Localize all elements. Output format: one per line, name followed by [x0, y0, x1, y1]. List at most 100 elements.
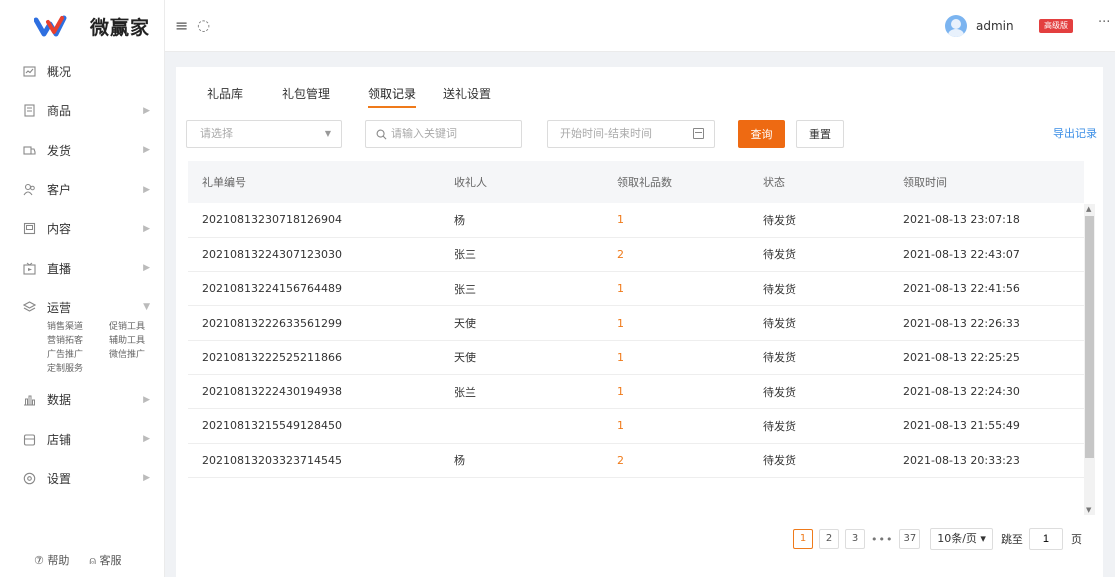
cell-order-id: 20210813222430194938: [202, 385, 342, 399]
sidebar-item-label: 商品: [47, 104, 72, 119]
table-row[interactable]: 20210813224156764489 张三 1 待发货 2021-08-13 22:…: [188, 272, 1084, 306]
jump-page-input[interactable]: [1028, 528, 1063, 550]
page-size-select[interactable]: 10条/页 ▾: [930, 528, 993, 550]
sidebar-item-3[interactable]: 客户 ▶: [0, 170, 164, 209]
table-row[interactable]: 20210813222525211866 天使 1 待发货 2021-08-13 22:…: [188, 340, 1084, 375]
table-row[interactable]: 20210813230718126904 杨 1 待发货 2021-08-13 23:0…: [188, 203, 1084, 238]
logo[interactable]: 微赢家: [0, 0, 164, 52]
tab-gift-library[interactable]: 礼品库: [207, 85, 243, 102]
tab-gift-settings[interactable]: 送礼设置: [443, 85, 491, 102]
submenu-item[interactable]: 辅助工具: [109, 335, 161, 348]
submenu-item[interactable]: 微信推广: [109, 349, 161, 362]
submenu-item[interactable]: 促销工具: [109, 321, 161, 334]
cell-order-id: 20210813215549128450: [202, 419, 342, 433]
cell-status: 待发货: [763, 385, 796, 399]
page-unit-label: 页: [1070, 533, 1082, 546]
scroll-down-icon[interactable]: ▼: [1086, 506, 1091, 514]
column-header-recipient[interactable]: 收礼人: [454, 161, 617, 203]
tab-gift-pack[interactable]: 礼包管理: [282, 85, 330, 102]
column-header-count[interactable]: 领取礼品数: [617, 161, 763, 203]
chevron-right-icon: ▶: [143, 434, 150, 445]
table-row[interactable]: 20210813222430194938 张兰 1 待发货 2021-08-13 22:…: [188, 374, 1084, 409]
sidebar-item-label: 内容: [47, 222, 72, 237]
help-link[interactable]: ⑦ 帮助: [34, 552, 69, 568]
page-last-button[interactable]: 37: [899, 529, 921, 549]
sidebar: 微赢家 概况 商品 ▶ 发货 ▶ 客户 ▶ 内容 ▶ 直播 ▶ 运营 ▼ 销售渠道 促销工具 营销拓客 辅助工具…: [0, 0, 165, 577]
cell-recipient: 天使: [454, 351, 476, 365]
cell-order-id: 20210813224156764489: [202, 282, 342, 296]
cell-gift-count: 1: [617, 316, 624, 330]
menu-toggle-icon[interactable]: ≡: [175, 16, 188, 35]
cell-status: 待发货: [763, 351, 796, 365]
refresh-icon[interactable]: ◌: [197, 16, 210, 34]
search-box[interactable]: [365, 120, 522, 148]
page-2-button[interactable]: 2: [819, 529, 839, 549]
sidebar-item-2[interactable]: 发货 ▶: [0, 131, 164, 170]
username[interactable]: admin: [976, 19, 1014, 33]
cell-claim-time: 2021-08-13 23:07:18: [903, 213, 1020, 227]
sidebar-item-8[interactable]: 店铺 ▶: [0, 419, 164, 458]
jump-label: 跳至: [1000, 533, 1023, 546]
submenu-item[interactable]: 销售渠道: [47, 321, 109, 334]
sidebar-item-4[interactable]: 内容 ▶: [0, 209, 164, 248]
chevron-right-icon: ▶: [143, 145, 150, 156]
scroll-up-icon[interactable]: ▲: [1086, 205, 1091, 213]
table-scrollbar[interactable]: ▲ ▼: [1084, 204, 1095, 515]
page-3-button[interactable]: 3: [845, 529, 865, 549]
column-header-status[interactable]: 状态: [763, 161, 903, 203]
column-header-time[interactable]: 领取时间: [903, 161, 1084, 203]
tab-claim-records[interactable]: 领取记录: [368, 85, 417, 108]
avatar[interactable]: [945, 15, 967, 37]
cell-claim-time: 2021-08-13 22:26:33: [903, 316, 1020, 330]
chevron-right-icon: ▶: [143, 184, 150, 195]
table-row[interactable]: 20210813224307123030 张三 2 待发货 2021-08-13 22:…: [188, 237, 1084, 272]
reset-button[interactable]: 重置: [796, 120, 844, 148]
sidebar-item-0[interactable]: 概况: [0, 52, 164, 91]
sidebar-item-9[interactable]: 设置 ▶: [0, 459, 164, 498]
cell-claim-time: 2021-08-13 21:55:49: [903, 419, 1020, 433]
cell-recipient: 天使: [454, 317, 476, 331]
sidebar-item-label: 发货: [47, 143, 72, 158]
export-records-link[interactable]: 导出记录: [1053, 125, 1097, 141]
live-icon: [22, 261, 36, 275]
date-range-placeholder: 开始时间-结束时间: [560, 127, 652, 140]
submenu-item[interactable]: 广告推广: [47, 349, 109, 362]
chevron-down-icon: ▼: [324, 129, 331, 138]
pagination-ellipsis[interactable]: •••: [871, 533, 893, 546]
logo-mark-icon: [34, 15, 67, 37]
query-button[interactable]: 查询: [738, 120, 785, 148]
records-table: 礼单编号 收礼人 领取礼品数 状态 领取时间 20210813230718126…: [188, 161, 1094, 515]
cell-order-id: 20210813224307123030: [202, 247, 342, 261]
submenu-item[interactable]: 定制服务: [47, 363, 109, 376]
tab-bar: 礼品库 礼包管理 领取记录 送礼设置: [176, 67, 1103, 109]
chevron-down-icon: ▼: [143, 302, 150, 313]
cell-order-id: 20210813230718126904: [202, 213, 342, 227]
cell-status: 待发货: [763, 282, 796, 296]
sidebar-item-1[interactable]: 商品 ▶: [0, 91, 164, 130]
submenu-item[interactable]: 营销拓客: [47, 335, 109, 348]
service-link[interactable]: ⍝ 客服: [89, 552, 121, 568]
table-row[interactable]: 20210813222633561299 天使 1 待发货 2021-08-13 22:…: [188, 306, 1084, 341]
sidebar-item-label: 数据: [47, 393, 72, 408]
filter-select-value: 请选择: [200, 127, 233, 140]
sidebar-item-7[interactable]: 数据 ▶: [0, 380, 164, 419]
column-header-id[interactable]: 礼单编号: [188, 161, 454, 203]
table-row[interactable]: 20210813215549128450 1 待发货 2021-08-13 21:55…: [188, 409, 1084, 444]
page-1-button[interactable]: 1: [793, 529, 813, 549]
cell-claim-time: 2021-08-13 22:25:25: [903, 350, 1020, 364]
scroll-thumb[interactable]: [1085, 216, 1094, 458]
cell-gift-count: 1: [617, 282, 624, 296]
filter-select[interactable]: 请选择 ▼: [186, 120, 342, 148]
more-icon[interactable]: ···: [1098, 15, 1110, 30]
table-row[interactable]: 20210813203323714545 杨 2 待发货 2021-08-13 20:3…: [188, 443, 1084, 478]
cell-gift-count: 1: [617, 385, 624, 399]
cell-recipient: 张兰: [454, 385, 476, 399]
pagination: 1 2 3 ••• 37 10条/页 ▾ 跳至 页: [793, 528, 1082, 550]
search-input[interactable]: [391, 128, 511, 140]
sidebar-item-5[interactable]: 直播 ▶: [0, 248, 164, 287]
date-range-picker[interactable]: 开始时间-结束时间: [547, 120, 715, 148]
chevron-right-icon: ▶: [143, 223, 150, 234]
top-header: ≡ ◌ admin 高级版 ···: [165, 0, 1115, 52]
cell-status: 待发货: [763, 419, 796, 433]
cell-recipient: 张三: [454, 282, 476, 296]
